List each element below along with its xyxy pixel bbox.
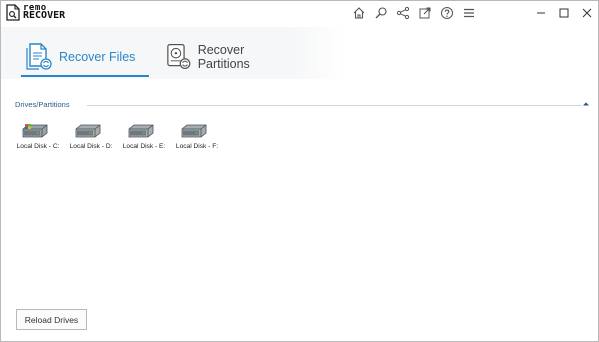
drives-section-header: Drives/Partitions	[13, 99, 591, 113]
active-tab-indicator	[21, 75, 149, 77]
reload-drives-button[interactable]: Reload Drives	[16, 309, 87, 330]
recover-partitions-icon	[167, 43, 191, 70]
drive-item[interactable]: Local Disk - F:	[170, 121, 223, 157]
hard-drive-icon	[181, 124, 207, 138]
drive-item[interactable]: Local Disk - C:	[11, 121, 64, 157]
app-logo: remo RECOVER	[6, 4, 86, 22]
external-link-icon[interactable]	[416, 4, 434, 22]
maximize-icon[interactable]	[552, 1, 575, 25]
minimize-icon[interactable]	[529, 1, 552, 25]
help-icon[interactable]	[438, 4, 456, 22]
drive-item[interactable]: Local Disk - E:	[117, 121, 170, 157]
search-icon[interactable]	[372, 4, 390, 22]
share-icon[interactable]	[394, 4, 412, 22]
drive-label: Local Disk - D:	[69, 143, 113, 150]
drive-label: Local Disk - E:	[122, 143, 166, 150]
drives-section-title: Drives/Partitions	[15, 100, 70, 109]
tab-recover-files-label: Recover Files	[59, 50, 136, 64]
window-controls	[523, 1, 598, 25]
system-drive-icon	[22, 124, 48, 138]
hard-drive-icon	[75, 124, 101, 138]
drive-label: Local Disk - F:	[175, 143, 219, 150]
drive-label: Local Disk - C:	[16, 143, 60, 150]
tab-recover-files[interactable]: Recover Files	[25, 37, 149, 77]
document-logo-icon	[6, 4, 20, 21]
tab-recover-partitions[interactable]: Recover Partitions	[165, 37, 295, 77]
drive-list: Local Disk - C: Local Disk - D: Local Di…	[11, 121, 223, 157]
home-icon[interactable]	[350, 4, 368, 22]
drive-item[interactable]: Local Disk - D:	[64, 121, 117, 157]
tab-strip: Recover Files Recover Partitions	[1, 27, 598, 79]
tab-strip-background	[291, 27, 598, 79]
tab-recover-partitions-label: Recover Partitions	[197, 43, 250, 71]
close-icon[interactable]	[575, 1, 598, 25]
hard-drive-icon	[128, 124, 154, 138]
title-bar: remo RECOVER	[1, 1, 598, 25]
recover-files-icon	[26, 43, 52, 70]
menu-icon[interactable]	[460, 4, 478, 22]
logo-text-bottom: RECOVER	[23, 10, 66, 21]
section-divider	[87, 105, 581, 106]
collapse-chevron-up-icon[interactable]	[581, 99, 591, 109]
app-window: remo RECOVER Recover Files Recover Parti…	[0, 0, 599, 342]
toolbar-icons	[350, 4, 478, 22]
